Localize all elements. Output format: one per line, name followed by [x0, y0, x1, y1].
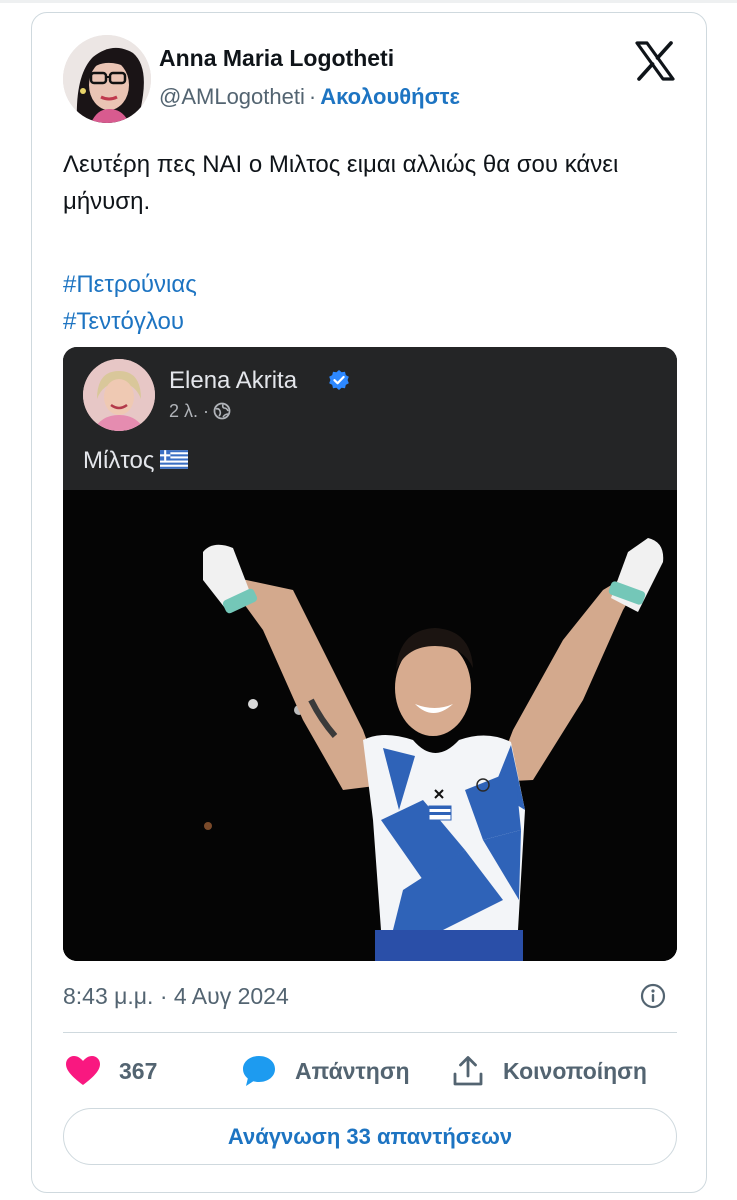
reply-label: Απάντηση — [295, 1057, 410, 1084]
embedded-media[interactable]: Elena Akrita 2 λ. · Μίλτος — [63, 347, 677, 961]
follow-button[interactable]: Ακολουθήστε — [320, 84, 460, 109]
share-icon — [453, 1056, 483, 1086]
handle-row: @AMLogotheti · Ακολουθήστε — [159, 84, 460, 110]
hashtag-link[interactable]: #Πετρούνιας — [63, 266, 197, 303]
globe-icon — [213, 402, 231, 420]
tweet-card: Anna Maria Logotheti @AMLogotheti · Ακολου… — [31, 12, 707, 1193]
speech-bubble-icon — [243, 1056, 275, 1086]
embedded-post-caption: Μίλτος — [83, 447, 189, 475]
like-count: 367 — [119, 1057, 158, 1084]
embedded-post-header: Elena Akrita 2 λ. · Μίλτος — [63, 347, 677, 490]
action-bar: 367 Απάντηση Κοινοποίηση — [63, 1053, 677, 1089]
divider — [63, 1032, 677, 1033]
x-logo-icon[interactable] — [635, 41, 675, 81]
author-name[interactable]: Anna Maria Logotheti — [159, 45, 394, 72]
reply-button[interactable]: Απάντηση — [241, 1053, 410, 1089]
separator-dot: · — [308, 84, 317, 109]
read-replies-button[interactable]: Ανάγνωση 33 απαντήσεων — [63, 1108, 677, 1165]
hashtags: #Πετρούνιας #Τεντόγλου — [63, 266, 197, 340]
tweet-text: Λευτέρη πες ΝΑΙ ο Μιλτος ειμαι αλλιώς θα… — [63, 151, 619, 215]
hashtag-link[interactable]: #Τεντόγλου — [63, 303, 197, 340]
embedded-post-time: 2 λ. · — [169, 401, 210, 421]
athlete-photo — [63, 490, 677, 961]
embedded-post-meta: 2 λ. · — [169, 401, 231, 422]
info-icon[interactable] — [640, 983, 666, 1009]
heart-icon — [66, 1056, 100, 1085]
embedded-author-avatar — [83, 359, 155, 431]
share-button[interactable]: Κοινοποίηση — [451, 1053, 647, 1089]
top-rule — [0, 0, 737, 3]
tweet-timestamp[interactable]: 8:43 μ.μ. · 4 Αυγ 2024 — [63, 983, 289, 1010]
embedded-author-name: Elena Akrita — [169, 367, 298, 394]
author-avatar[interactable] — [63, 35, 151, 123]
share-label: Κοινοποίηση — [503, 1057, 647, 1084]
author-handle[interactable]: @AMLogotheti — [159, 84, 305, 109]
like-button[interactable]: 367 — [65, 1053, 157, 1089]
caption-text: Μίλτος — [83, 447, 155, 474]
verified-badge-icon — [328, 369, 350, 391]
greek-flag-icon — [160, 448, 189, 469]
